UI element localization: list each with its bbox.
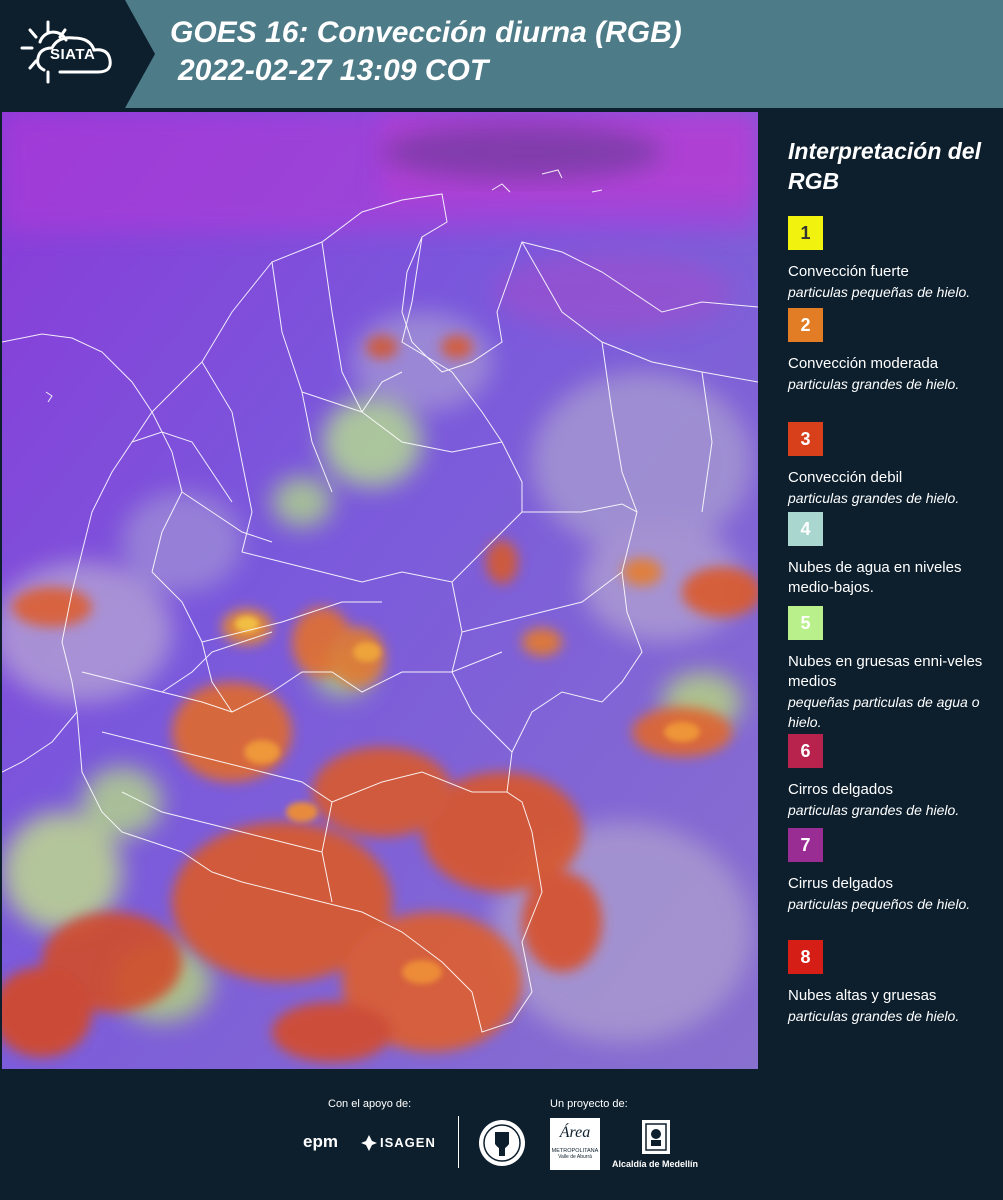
- legend-swatch: 3: [788, 422, 823, 456]
- legend-panel: Interpretación del RGB 1 Convección fuer…: [760, 112, 1003, 1069]
- legend-item-4: 4 Nubes de agua en niveles medio-bajos.: [788, 512, 998, 598]
- legend-label: Convección debil: [788, 469, 903, 486]
- legend-sublabel: particulas grandes de hielo.: [788, 376, 960, 392]
- legend-label: Convección moderada: [788, 355, 939, 372]
- shield-icon: [642, 1120, 670, 1154]
- legend-item-2: 2 Convección moderada particulas grandes…: [788, 308, 998, 394]
- legend-swatch: 5: [788, 606, 823, 640]
- legend-description: Nubes de agua en niveles medio-bajos.: [788, 558, 998, 598]
- area-metropolitana-logo: Área METROPOLITANA Valle de Aburrá: [550, 1118, 600, 1170]
- legend-item-8: 8 Nubes altas y gruesas particulas grand…: [788, 940, 998, 1026]
- footer-divider: [458, 1116, 459, 1168]
- legend-item-3: 3 Convección debil particulas grandes de…: [788, 422, 998, 508]
- title-line-1: GOES 16: Convección diurna (RGB): [170, 16, 682, 49]
- area-text: Área: [559, 1124, 591, 1141]
- legend-description: Nubes altas y gruesas particulas grandes…: [788, 986, 998, 1026]
- legend-swatch: 7: [788, 828, 823, 862]
- legend-item-5: 5 Nubes en gruesas enni-veles medios peq…: [788, 606, 998, 732]
- legend-sublabel: pequeñas particulas de agua o hielo.: [788, 694, 980, 730]
- isagen-icon: [361, 1135, 377, 1151]
- legend-description: Cirrus delgados particulas pequeños de h…: [788, 874, 998, 914]
- legend-swatch: 6: [788, 734, 823, 768]
- page-title: GOES 16: Convección diurna (RGB) 2022-02…: [170, 14, 682, 90]
- legend-sublabel: particulas grandes de hielo.: [788, 1008, 960, 1024]
- legend-swatch: 1: [788, 216, 823, 250]
- legend-description: Cirros delgados particulas grandes de hi…: [788, 780, 998, 820]
- legend-swatch: 2: [788, 308, 823, 342]
- legend-item-1: 1 Convección fuerte particulas pequeñas …: [788, 216, 998, 302]
- legend-label: Nubes en gruesas enni-veles medios: [788, 653, 983, 690]
- valle-text: Valle de Aburrá: [558, 1154, 592, 1160]
- alcaldia-text: Alcaldía de Medellín: [612, 1159, 699, 1169]
- satellite-image: [2, 112, 758, 1069]
- legend-description: Convección debil particulas grandes de h…: [788, 468, 998, 508]
- legend-description: Nubes en gruesas enni-veles medios peque…: [788, 652, 998, 732]
- legend-label: Nubes de agua en niveles medio-bajos.: [788, 559, 962, 596]
- legend-item-7: 7 Cirrus delgados particulas pequeños de…: [788, 828, 998, 914]
- legend-sublabel: particulas pequeños de hielo.: [788, 896, 971, 912]
- epm-logo: epm: [303, 1132, 338, 1151]
- siata-logo: SIATA: [0, 0, 155, 108]
- legend-label: Nubes altas y gruesas: [788, 987, 937, 1004]
- project-label: Un proyecto de:: [550, 1098, 628, 1110]
- legend-label: Cirros delgados: [788, 781, 894, 798]
- logo-text: SIATA: [50, 46, 96, 63]
- legend-swatch: 4: [788, 512, 823, 546]
- legend-label: Convección fuerte: [788, 263, 909, 280]
- satellite-rgb-map: [2, 112, 758, 1069]
- legend-description: Convección moderada particulas grandes d…: [788, 354, 998, 394]
- isagen-logo: ISAGEN: [380, 1135, 436, 1150]
- legend-description: Convección fuerte particulas pequeñas de…: [788, 262, 998, 302]
- seal-icon: [479, 1120, 525, 1166]
- legend-swatch: 8: [788, 940, 823, 974]
- legend-sublabel: particulas grandes de hielo.: [788, 490, 960, 506]
- title-line-2: 2022-02-27 13:09 COT: [178, 54, 489, 87]
- legend-sublabel: particulas grandes de hielo.: [788, 802, 960, 818]
- footer: Con el apoyo de: Un proyecto de: epm ISA…: [0, 1070, 1003, 1200]
- legend-sublabel: particulas pequeñas de hielo.: [788, 284, 971, 300]
- support-label: Con el apoyo de:: [328, 1098, 412, 1110]
- legend-item-6: 6 Cirros delgados particulas grandes de …: [788, 734, 998, 820]
- legend-title: Interpretación del RGB: [788, 138, 981, 194]
- legend-label: Cirrus delgados: [788, 875, 894, 892]
- header-bar: SIATA GOES 16: Convección diurna (RGB) 2…: [0, 0, 1003, 108]
